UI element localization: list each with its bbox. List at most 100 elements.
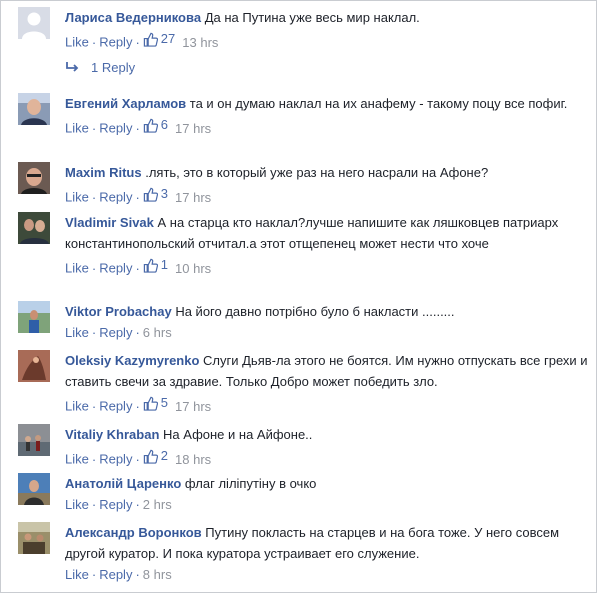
separator: · — [91, 34, 97, 50]
comment-text: На Афоне и на Айфоне.. — [163, 427, 313, 442]
comment-actions: Like · Reply · 2 18 hrs — [65, 446, 588, 470]
timestamp[interactable]: 17 hrs — [175, 399, 211, 414]
thumbs-up-icon — [143, 396, 158, 411]
comment-actions: Like · Reply · 5 17 hrs — [65, 393, 588, 417]
separator: · — [91, 398, 97, 414]
reply-link[interactable]: Reply — [99, 121, 132, 136]
comment-actions: Like · Reply · 1 10 hrs — [65, 255, 588, 279]
timestamp[interactable]: 8 hrs — [143, 567, 172, 582]
comment-text: На його давно потрібно було б накласти .… — [175, 304, 455, 319]
like-count-value: 2 — [160, 448, 169, 463]
like-count[interactable]: 5 — [143, 393, 168, 413]
avatar[interactable] — [18, 93, 50, 125]
separator: · — [91, 451, 97, 467]
like-link[interactable]: Like — [65, 497, 89, 512]
comment-body: Viktor Probachay На його давно потрібно … — [65, 301, 588, 343]
comment-body: Анатолій Царенко флаг ліліпутіну в очко … — [65, 473, 588, 515]
reply-link[interactable]: Reply — [99, 399, 132, 414]
separator: · — [135, 34, 140, 50]
timestamp[interactable]: 18 hrs — [175, 452, 211, 467]
separator: · — [135, 260, 140, 276]
reply-link[interactable]: Reply — [99, 325, 132, 340]
like-link[interactable]: Like — [65, 567, 89, 582]
reply-link[interactable]: Reply — [99, 567, 132, 582]
avatar[interactable] — [18, 162, 50, 194]
comment: Лариса Ведерникова Да на Путина уже весь… — [18, 7, 588, 57]
separator: · — [91, 567, 97, 582]
comment-actions: Like · Reply · 27 13 hrs — [65, 29, 588, 53]
like-link[interactable]: Like — [65, 35, 89, 50]
comment-body: Лариса Ведерникова Да на Путина уже весь… — [65, 7, 588, 53]
view-replies-link[interactable]: 1 Reply — [65, 58, 135, 78]
comment-body: Maxim Ritus .лять, это в который уже раз… — [65, 162, 588, 208]
comment-body: Vitaliy Khraban На Афоне и на Айфоне.. L… — [65, 424, 588, 470]
timestamp[interactable]: 17 hrs — [175, 190, 211, 205]
comment-actions: Like · Reply · 6 hrs — [65, 323, 588, 343]
like-count[interactable]: 2 — [143, 446, 168, 466]
thumbs-up-icon — [143, 32, 158, 47]
avatar[interactable] — [18, 350, 50, 382]
comment-author[interactable]: Александр Воронков — [65, 525, 202, 540]
comment-author[interactable]: Vitaliy Khraban — [65, 427, 159, 442]
like-count-value: 1 — [160, 257, 169, 272]
like-link[interactable]: Like — [65, 399, 89, 414]
comment-body: Vladimir Sivak А на старца кто наклал?лу… — [65, 212, 588, 279]
default-avatar-icon[interactable] — [18, 7, 50, 39]
avatar[interactable] — [18, 212, 50, 244]
comments-panel: Лариса Ведерникова Да на Путина уже весь… — [0, 0, 597, 593]
reply-link[interactable]: Reply — [99, 452, 132, 467]
comment-text: та и он думаю наклал на их анафему - так… — [189, 96, 568, 111]
timestamp[interactable]: 6 hrs — [143, 325, 172, 340]
comment-body: Евгений Харламов та и он думаю наклал на… — [65, 93, 588, 139]
avatar[interactable] — [18, 424, 50, 456]
like-link[interactable]: Like — [65, 261, 89, 276]
like-link[interactable]: Like — [65, 121, 89, 136]
separator: · — [91, 189, 97, 205]
replies-count: 1 Reply — [91, 60, 136, 75]
reply-link[interactable]: Reply — [99, 261, 132, 276]
reply-link[interactable]: Reply — [99, 497, 132, 512]
separator: · — [135, 451, 140, 467]
timestamp[interactable]: 2 hrs — [143, 497, 172, 512]
comment-actions: Like · Reply · 3 17 hrs — [65, 184, 588, 208]
like-count[interactable]: 1 — [143, 255, 168, 275]
comment-actions: Like · Reply · 8 hrs — [65, 565, 588, 585]
like-count[interactable]: 3 — [143, 184, 168, 204]
timestamp[interactable]: 13 hrs — [182, 35, 218, 50]
comment-author[interactable]: Oleksiy Kazymyrenko — [65, 353, 199, 368]
separator: · — [135, 325, 140, 340]
like-link[interactable]: Like — [65, 325, 89, 340]
like-link[interactable]: Like — [65, 190, 89, 205]
comment-author[interactable]: Евгений Харламов — [65, 96, 186, 111]
comment: Евгений Харламов та и он думаю наклал на… — [18, 93, 588, 153]
separator: · — [135, 189, 140, 205]
comment-author[interactable]: Анатолій Царенко — [65, 476, 181, 491]
thumbs-up-icon — [143, 118, 158, 133]
comment: Александр Воронков Путину покласть на ст… — [18, 522, 588, 584]
comment-text: Да на Путина уже весь мир наклал. — [204, 10, 420, 25]
avatar[interactable] — [18, 522, 50, 554]
avatar[interactable] — [18, 301, 50, 333]
comment-author[interactable]: Maxim Ritus — [65, 165, 142, 180]
reply-link[interactable]: Reply — [99, 190, 132, 205]
comment: Viktor Probachay На його давно потрібно … — [18, 301, 588, 343]
like-count[interactable]: 6 — [143, 115, 168, 135]
comment-author[interactable]: Viktor Probachay — [65, 304, 172, 319]
like-link[interactable]: Like — [65, 452, 89, 467]
comment-author[interactable]: Vladimir Sivak — [65, 215, 154, 230]
reply-arrow-icon — [66, 62, 79, 72]
separator: · — [135, 567, 140, 582]
separator: · — [135, 120, 140, 136]
avatar[interactable] — [18, 473, 50, 505]
separator: · — [135, 398, 140, 414]
comment-body: Александр Воронков Путину покласть на ст… — [65, 522, 588, 585]
like-count[interactable]: 27 — [143, 29, 175, 49]
reply-link[interactable]: Reply — [99, 35, 132, 50]
comment: Maxim Ritus .лять, это в который уже раз… — [18, 162, 588, 205]
comment-actions: Like · Reply · 2 hrs — [65, 495, 588, 515]
timestamp[interactable]: 10 hrs — [175, 261, 211, 276]
timestamp[interactable]: 17 hrs — [175, 121, 211, 136]
separator: · — [91, 325, 97, 340]
separator: · — [135, 497, 140, 512]
comment-author[interactable]: Лариса Ведерникова — [65, 10, 201, 25]
